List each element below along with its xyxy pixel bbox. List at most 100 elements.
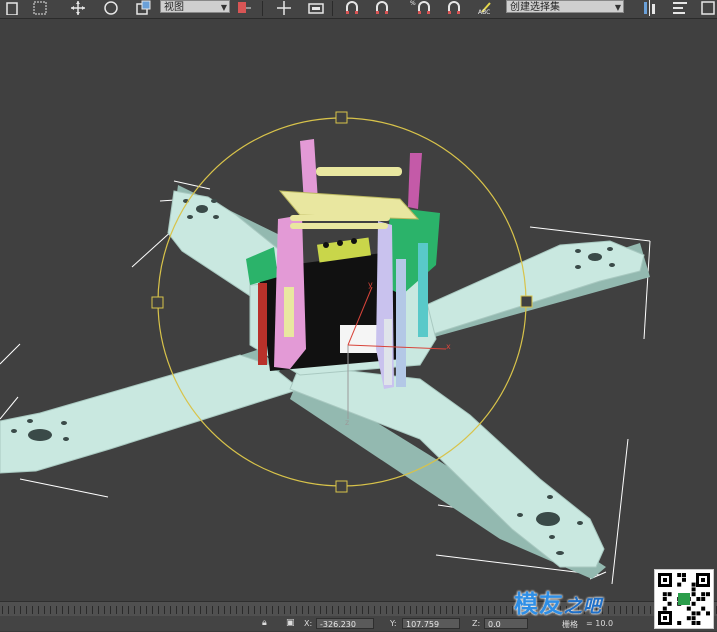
time-ruler-tick — [326, 606, 327, 614]
qr-module — [677, 621, 682, 625]
percent-snap-icon[interactable] — [414, 0, 434, 16]
time-ruler-tick — [68, 606, 69, 614]
time-ruler-tick — [356, 606, 357, 614]
rotate-icon[interactable] — [101, 0, 121, 16]
qr-module — [682, 577, 686, 582]
main-toolbar: 视图 ▼ % ABC 创建选择集 ▼ — [0, 0, 717, 19]
time-ruler-tick — [296, 606, 297, 614]
z-coordinate-field[interactable]: 0.0 — [484, 618, 528, 629]
select-manipulate-icon[interactable] — [274, 0, 294, 16]
layer-manager-icon[interactable] — [698, 0, 717, 16]
snap-toggle-icon[interactable] — [342, 0, 362, 16]
time-ruler-tick — [224, 606, 225, 614]
time-ruler-tick — [56, 606, 57, 614]
time-ruler-tick — [170, 606, 171, 614]
time-ruler-tick — [236, 606, 237, 614]
time-ruler-tick — [626, 606, 627, 614]
time-ruler-tick — [104, 606, 105, 614]
time-ruler-tick — [92, 606, 93, 614]
time-ruler-tick — [500, 606, 501, 614]
move-icon[interactable] — [68, 0, 88, 16]
grid-value: = 10.0 — [586, 619, 614, 628]
time-ruler-tick — [458, 606, 459, 614]
select-region-icon[interactable] — [30, 0, 50, 16]
spinner-snap-icon[interactable] — [444, 0, 464, 16]
named-selection-dropdown[interactable]: 创建选择集 ▼ — [506, 0, 624, 13]
qr-code-pattern — [658, 573, 710, 625]
axis-x-label: x — [446, 342, 451, 351]
time-ruler-ticks — [2, 606, 717, 614]
time-ruler-tick — [410, 606, 411, 614]
time-ruler-tick — [158, 606, 159, 614]
y-coordinate-field[interactable]: 107.759 — [402, 618, 460, 629]
time-ruler-tick — [434, 606, 435, 614]
time-ruler-tick — [506, 606, 507, 614]
time-ruler-tick — [242, 606, 243, 614]
pivot-center-icon[interactable] — [234, 0, 254, 16]
qr-module — [667, 601, 672, 606]
time-ruler-tick — [116, 606, 117, 614]
align-icon[interactable] — [670, 0, 690, 16]
z-coordinate-label: Z: — [472, 619, 481, 628]
absolute-mode-icon[interactable]: ▣ — [286, 618, 295, 628]
perspective-viewport[interactable]: x y z — [0, 19, 717, 601]
time-ruler-tick — [398, 606, 399, 614]
mirror-icon[interactable] — [640, 0, 660, 16]
time-ruler-tick — [14, 606, 15, 614]
time-ruler-tick — [278, 606, 279, 614]
qr-module — [701, 606, 706, 611]
time-ruler-tick — [80, 606, 81, 614]
qr-module — [662, 597, 667, 601]
qr-module — [667, 592, 672, 597]
time-ruler-tick — [344, 606, 345, 614]
time-ruler-tick — [74, 606, 75, 614]
time-ruler-tick — [194, 606, 195, 614]
time-slider[interactable] — [0, 601, 717, 616]
time-ruler-tick — [494, 606, 495, 614]
chevron-down-icon: ▼ — [220, 3, 227, 12]
time-ruler-tick — [314, 606, 315, 614]
qr-module — [686, 606, 691, 611]
viewport-scene: x y z — [0, 111, 651, 585]
time-ruler-tick — [20, 606, 21, 614]
time-ruler-tick — [50, 606, 51, 614]
time-ruler-tick — [284, 606, 285, 614]
time-ruler-tick — [422, 606, 423, 614]
axis-z-label: z — [345, 418, 349, 427]
qr-module — [662, 606, 667, 611]
scale-icon[interactable] — [134, 0, 154, 16]
x-coordinate-label: X: — [304, 619, 313, 628]
qr-module — [691, 582, 696, 587]
time-ruler-tick — [110, 606, 111, 614]
time-ruler-tick — [482, 606, 483, 614]
qr-module — [691, 601, 696, 606]
qr-module — [696, 611, 701, 616]
time-ruler-tick — [338, 606, 339, 614]
select-object-icon[interactable] — [2, 0, 22, 16]
time-ruler-tick — [98, 606, 99, 614]
time-ruler-tick — [26, 606, 27, 614]
qr-module — [706, 611, 710, 616]
keyboard-shortcut-icon[interactable] — [306, 0, 326, 16]
qr-module — [677, 573, 682, 577]
reference-coordinate-value: 视图 — [164, 2, 184, 13]
axis-y-label: y — [368, 280, 373, 289]
time-ruler-tick — [8, 606, 9, 614]
watermark-sub: 之吧 — [564, 596, 602, 617]
time-ruler-tick — [650, 606, 651, 614]
time-ruler-tick — [86, 606, 87, 614]
time-ruler-tick — [218, 606, 219, 614]
lock-icon[interactable]: 🔒︎ — [262, 618, 267, 628]
angle-snap-icon[interactable] — [372, 0, 392, 16]
qr-module — [691, 616, 696, 621]
time-ruler-tick — [128, 606, 129, 614]
time-ruler-tick — [446, 606, 447, 614]
grid-label: 栅格 — [562, 620, 578, 629]
qr-module — [701, 597, 706, 601]
x-coordinate-field[interactable]: -326.230 — [316, 618, 374, 629]
time-ruler-tick — [32, 606, 33, 614]
reference-coordinate-dropdown[interactable]: 视图 ▼ — [160, 0, 230, 13]
time-ruler-tick — [380, 606, 381, 614]
qr-module — [691, 621, 696, 625]
qr-module — [691, 592, 696, 597]
